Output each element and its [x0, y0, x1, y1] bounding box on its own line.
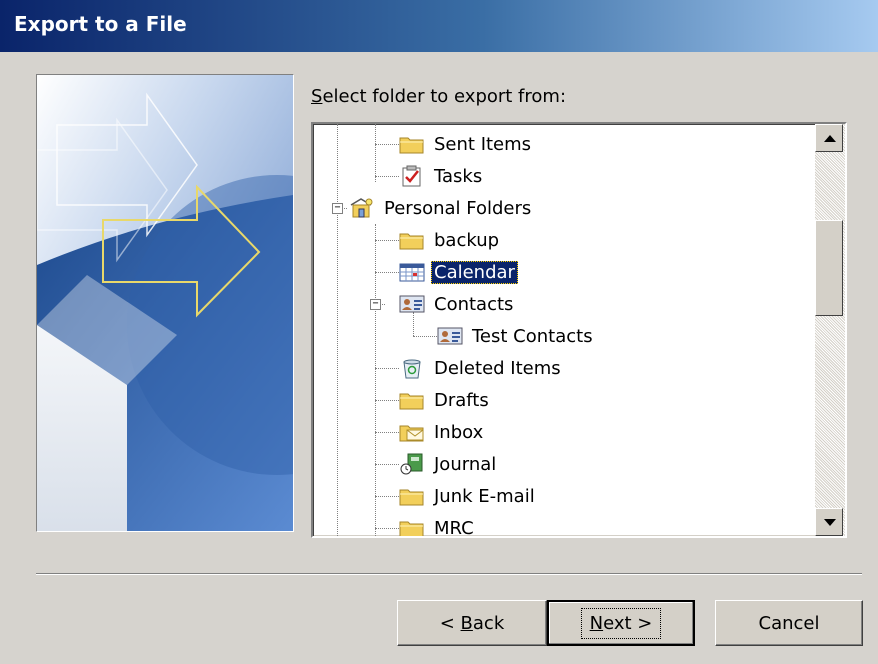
folder-tree-area[interactable]: − − Sent Items Tasks Personal Folders ba…: [313, 124, 813, 536]
inbox-icon: [399, 421, 425, 443]
back-button-accelerator: B: [460, 612, 473, 634]
tree-item-label: Drafts: [434, 389, 489, 411]
folder-select-prompt: Select folder to export from:: [311, 86, 566, 107]
tree-item-tasks[interactable]: Tasks: [399, 162, 485, 190]
tree-item-label: Calendar: [431, 260, 518, 284]
arrow-down-icon: [824, 519, 836, 526]
arrow-up-icon: [824, 135, 836, 142]
tree-item-journal[interactable]: Journal: [399, 450, 499, 478]
tree-item-test-contacts[interactable]: Test Contacts: [437, 322, 596, 350]
contacts-icon: [399, 293, 425, 315]
tasks-icon: [399, 165, 425, 187]
tree-item-label: Journal: [434, 453, 497, 475]
tree-item-label: backup: [434, 229, 500, 251]
next-button-label: ext >: [603, 612, 653, 634]
tree-item-label: Sent Items: [434, 133, 532, 155]
journal-icon: [399, 453, 425, 475]
contacts-collapse-toggle[interactable]: −: [370, 299, 381, 310]
back-button-label: ack: [472, 612, 505, 634]
contacts-icon: [437, 325, 463, 347]
tree-item-calendar[interactable]: Calendar: [399, 258, 518, 286]
cancel-button[interactable]: Cancel: [715, 600, 863, 646]
tree-item-personal-folders[interactable]: Personal Folders: [349, 194, 534, 222]
scroll-thumb[interactable]: [815, 220, 843, 316]
back-button[interactable]: < Back: [397, 600, 547, 646]
folder-icon: [399, 229, 425, 251]
tree-item-mrc[interactable]: MRC: [399, 514, 477, 536]
tree-item-junk-email[interactable]: Junk E-mail: [399, 482, 538, 510]
calendar-icon: [399, 261, 425, 283]
scroll-up-button[interactable]: [815, 124, 843, 152]
tree-item-label: MRC: [434, 517, 474, 537]
next-button-accelerator: N: [589, 612, 604, 634]
deleted-items-icon: [399, 357, 425, 379]
tree-item-sent-items[interactable]: Sent Items: [399, 130, 534, 158]
folder-icon: [399, 133, 425, 155]
vertical-scrollbar[interactable]: [815, 124, 845, 536]
tree-item-contacts[interactable]: Contacts: [399, 290, 516, 318]
wizard-side-image: [36, 74, 294, 532]
tree-item-label: Contacts: [434, 293, 514, 315]
next-button[interactable]: Next >: [547, 600, 695, 646]
folder-icon: [399, 389, 425, 411]
tree-item-label: Deleted Items: [434, 357, 561, 379]
tree-item-label: Inbox: [434, 421, 484, 443]
prompt-text: elect folder to export from:: [322, 86, 567, 107]
prompt-accelerator: S: [311, 86, 323, 107]
folder-icon: [399, 485, 425, 507]
window-title: Export to a File: [14, 12, 187, 36]
tree-item-inbox[interactable]: Inbox: [399, 418, 486, 446]
folder-tree-view[interactable]: − − Sent Items Tasks Personal Folders ba…: [311, 122, 847, 538]
title-bar[interactable]: Export to a File: [0, 0, 878, 52]
tree-item-label: Personal Folders: [384, 197, 532, 219]
scroll-down-button[interactable]: [815, 508, 843, 536]
tree-item-deleted-items[interactable]: Deleted Items: [399, 354, 564, 382]
tree-item-drafts[interactable]: Drafts: [399, 386, 492, 414]
folder-icon: [399, 517, 425, 536]
cancel-button-label: Cancel: [758, 612, 820, 634]
button-divider: [36, 573, 862, 575]
personal-folders-collapse-toggle[interactable]: −: [332, 203, 343, 214]
personal-folders-icon: [349, 197, 375, 219]
tree-item-label: Tasks: [434, 165, 483, 187]
tree-item-label: Junk E-mail: [434, 485, 535, 507]
back-button-prefix: <: [439, 612, 461, 634]
tree-item-label: Test Contacts: [472, 325, 593, 347]
tree-item-backup[interactable]: backup: [399, 226, 502, 254]
